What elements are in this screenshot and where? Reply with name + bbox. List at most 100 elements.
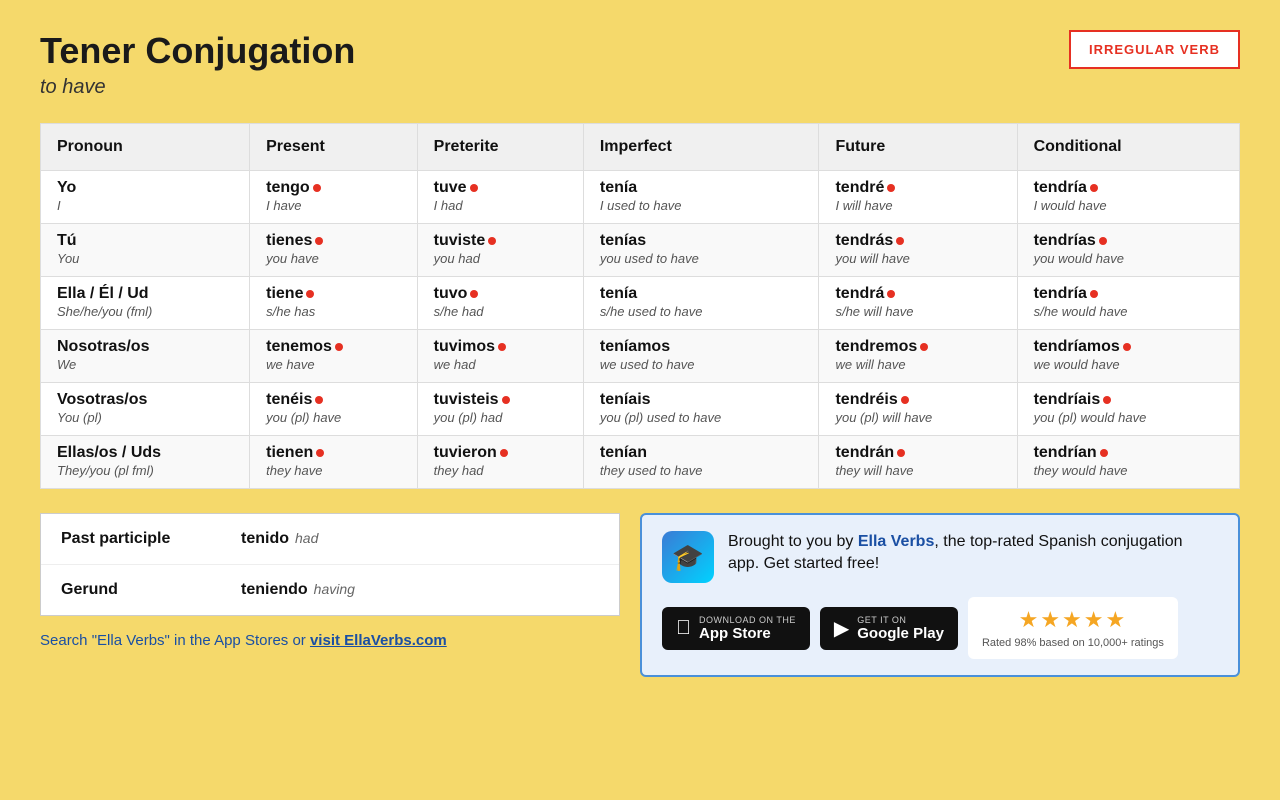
verb-form: tenían [600,444,803,462]
pronoun-cell: Ellas/os / UdsThey/you (pl fml) [41,436,250,489]
verb-form: tenía [600,179,803,197]
verb-cell: tienenthey have [250,436,418,489]
promo-top: 🎓 Brought to you by Ella Verbs, the top-… [662,531,1218,583]
verb-sub: they will have [835,463,913,478]
irregular-dot [887,290,895,298]
verb-cell: tenías/he used to have [583,277,819,330]
verb-cell: tuveI had [417,171,583,224]
table-row: Ella / Él / UdShe/he/you (fml)tienes/he … [41,277,1240,330]
col-conditional: Conditional [1017,124,1239,171]
pronoun-sub: You [57,251,79,266]
verb-form: tendrás [835,232,1000,250]
verb-form: tendré [835,179,1000,197]
gerund-row: Gerund teniendo having [41,565,619,615]
verb-cell: tendrásyou will have [819,224,1017,277]
pronoun-sub: I [57,198,61,213]
irregular-dot [335,343,343,351]
irregular-dot [500,449,508,457]
irregular-dot [498,343,506,351]
verb-form: tuvo [434,285,567,303]
verb-form: teníamos [600,338,803,356]
verb-sub: you (pl) used to have [600,410,721,425]
app-store-top-text: Download on the [699,615,796,625]
verb-cell: tendrías/he would have [1017,277,1239,330]
table-row: Vosotras/osYou (pl)tenéisyou (pl) havetu… [41,383,1240,436]
verb-form: tendríamos [1034,338,1223,356]
ella-verbs-link[interactable]: visit EllaVerbs.com [310,632,447,649]
ella-verbs-app-link[interactable]: Ella Verbs [858,533,935,550]
verb-cell: tendrás/he will have [819,277,1017,330]
irregular-dot [901,396,909,404]
verb-cell: tendríasyou would have [1017,224,1239,277]
verb-form: tendrá [835,285,1000,303]
verb-form: tenéis [266,391,401,409]
irregular-dot [1100,449,1108,457]
past-participle-row: Past participle tenido had [41,514,619,565]
verb-form: tuviste [434,232,567,250]
verb-form: tuvisteis [434,391,567,409]
table-header-row: Pronoun Present Preterite Imperfect Futu… [41,124,1240,171]
past-participle-value: tenido [241,530,289,548]
app-store-button[interactable]:  Download on the App Store [662,607,810,650]
verb-cell: tuvimoswe had [417,330,583,383]
rating-box: ★★★★★ Rated 98% based on 10,000+ ratings [968,597,1178,659]
bottom-section: Past participle tenido had Gerund tenien… [40,513,1240,677]
promo-box: 🎓 Brought to you by Ella Verbs, the top-… [640,513,1240,677]
col-present: Present [250,124,418,171]
verb-sub: they had [434,463,484,478]
verb-sub: s/he had [434,304,484,319]
verb-sub: you used to have [600,251,699,266]
verb-sub: I would have [1034,198,1107,213]
app-store-main-text: App Store [699,625,796,642]
pronoun-main: Tú [57,232,233,250]
pronoun-cell: TúYou [41,224,250,277]
pronoun-sub: We [57,357,76,372]
col-future: Future [819,124,1017,171]
verb-form: tenía [600,285,803,303]
google-play-main-text: Google Play [857,625,944,642]
pronoun-main: Ellas/os / Uds [57,444,233,462]
verb-sub: we would have [1034,357,1120,372]
verb-form: teníais [600,391,803,409]
verb-form: tengo [266,179,401,197]
pronoun-sub: They/you (pl fml) [57,463,154,478]
past-participle-label: Past participle [61,530,241,548]
google-play-button[interactable]: ▶ GET IT ON Google Play [820,607,958,650]
verb-form: tendrían [1034,444,1223,462]
verb-form: tienes [266,232,401,250]
verb-form: tuvieron [434,444,567,462]
verb-sub: we used to have [600,357,695,372]
verb-cell: tendríanthey would have [1017,436,1239,489]
gerund-value: teniendo [241,581,308,599]
verb-sub: they have [266,463,322,478]
verb-sub: s/he would have [1034,304,1128,319]
page-title: Tener Conjugation [40,30,355,72]
verb-cell: tendríaI would have [1017,171,1239,224]
irregular-dot [887,184,895,192]
irregular-dot [1103,396,1111,404]
verb-form: tenemos [266,338,401,356]
verb-sub: you (pl) had [434,410,503,425]
verb-form: tendría [1034,179,1223,197]
google-play-top-text: GET IT ON [857,615,944,625]
irregular-dot [897,449,905,457]
search-prompt: Search "Ella Verbs" in the App Stores or… [40,632,620,649]
verb-cell: tendríamoswe would have [1017,330,1239,383]
irregular-dot [315,396,323,404]
gerund-label: Gerund [61,581,241,599]
rating-text: Rated 98% based on 10,000+ ratings [982,637,1164,649]
verb-sub: I used to have [600,198,682,213]
pronoun-main: Ella / Él / Ud [57,285,233,303]
irregular-dot [306,290,314,298]
irregular-dot [316,449,324,457]
pronoun-main: Vosotras/os [57,391,233,409]
verb-sub: I have [266,198,301,213]
verb-form: tiene [266,285,401,303]
verb-form: tendría [1034,285,1223,303]
col-preterite: Preterite [417,124,583,171]
verb-sub: you (pl) would have [1034,410,1147,425]
verb-form: tendréis [835,391,1000,409]
verb-sub: you (pl) will have [835,410,932,425]
gerund-translation: having [314,581,355,597]
promo-download-buttons:  Download on the App Store ▶ GET IT ON … [662,597,1218,659]
